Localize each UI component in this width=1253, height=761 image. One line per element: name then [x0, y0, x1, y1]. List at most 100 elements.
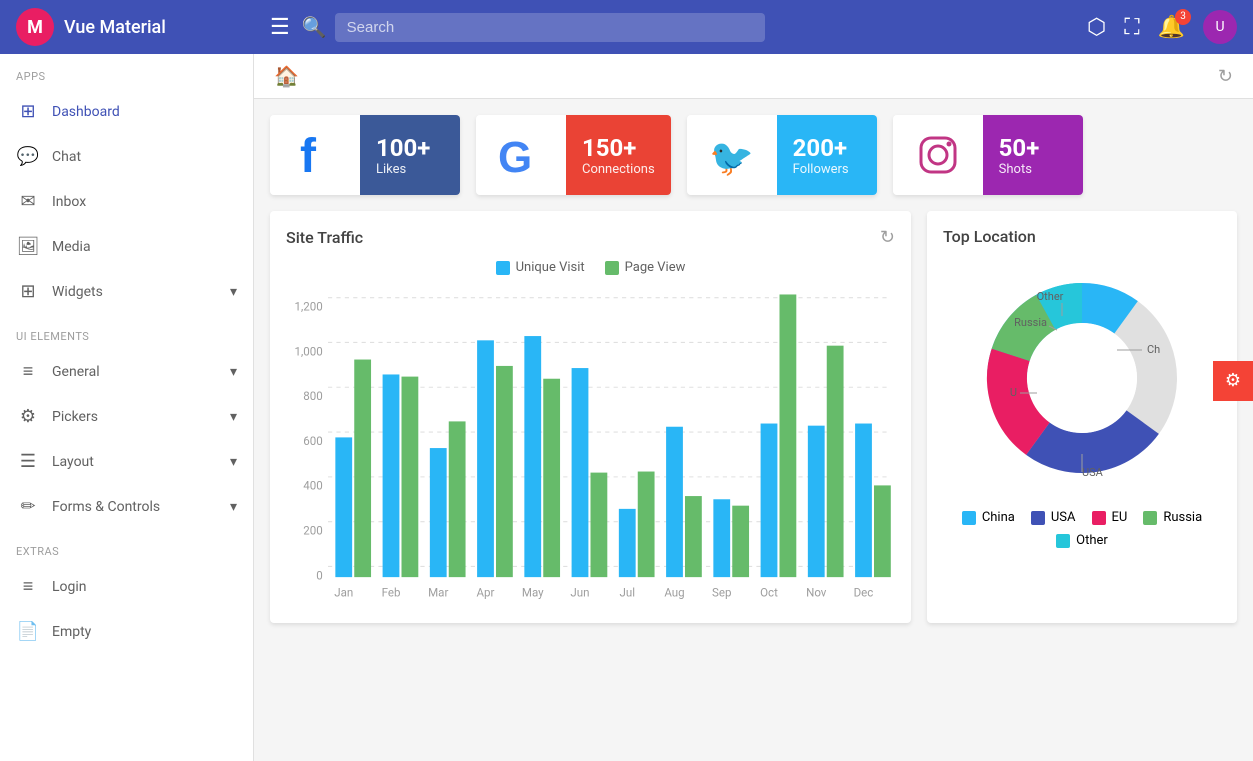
site-traffic-header: Site Traffic ↻: [286, 227, 895, 248]
sidebar-item-label: Inbox: [52, 194, 237, 210]
extras-section-label: Extras: [0, 529, 253, 564]
top-location-card: Top Location: [927, 211, 1237, 623]
stat-card-instagram: 50+ Shots: [893, 115, 1083, 195]
sidebar-item-label: Widgets: [52, 284, 218, 300]
unique-visit-dot: [496, 261, 510, 275]
fullscreen-icon[interactable]: ⛶: [1124, 15, 1139, 40]
svg-text:Russia: Russia: [1014, 316, 1047, 329]
svg-text:🐦: 🐦: [709, 137, 754, 178]
sidebar-item-label: Dashboard: [52, 104, 237, 120]
sidebar-item-empty[interactable]: 📄 Empty: [0, 609, 253, 654]
svg-text:1,200: 1,200: [295, 299, 323, 313]
svg-text:Apr: Apr: [477, 585, 495, 599]
twitter-stat-info: 200+ Followers: [777, 115, 877, 195]
page-view-label: Page View: [625, 260, 686, 275]
media-icon: 🖼: [16, 236, 40, 257]
settings-fab-button[interactable]: ⚙: [1213, 361, 1253, 401]
sidebar-item-layout[interactable]: ☰ Layout ▾: [0, 439, 253, 484]
legend-eu: EU: [1092, 510, 1128, 525]
legend-other: Other: [1056, 533, 1108, 548]
donut-chart-svg: Ch U Other Russia USA: [962, 258, 1202, 498]
refresh-icon[interactable]: ↻: [1218, 66, 1233, 87]
instagram-icon-area: [893, 115, 983, 195]
charts-row: Site Traffic ↻ Unique Visit Page View: [254, 195, 1253, 639]
avatar[interactable]: U: [1203, 10, 1237, 44]
svg-text:Feb: Feb: [382, 585, 401, 599]
donut-legend: China USA EU Russia: [943, 510, 1221, 548]
eu-label: EU: [1112, 510, 1128, 525]
chevron-down-icon: ▾: [230, 454, 237, 470]
svg-text:Mar: Mar: [428, 585, 448, 599]
svg-text:May: May: [522, 585, 544, 599]
search-input[interactable]: [335, 13, 765, 42]
login-icon: ≡: [16, 576, 40, 597]
instagram-icon: [913, 130, 963, 180]
menu-icon[interactable]: ☰: [270, 15, 290, 40]
site-traffic-card: Site Traffic ↻ Unique Visit Page View: [270, 211, 911, 623]
stat-card-twitter: 🐦 200+ Followers: [687, 115, 877, 195]
svg-text:1,000: 1,000: [295, 344, 323, 358]
facebook-number: 100+: [376, 134, 444, 162]
sidebar-item-label: General: [52, 364, 218, 380]
site-traffic-refresh-icon[interactable]: ↻: [880, 227, 895, 248]
svg-text:200: 200: [303, 523, 322, 537]
widgets-icon: ⊞: [16, 281, 40, 302]
page-view-dot: [605, 261, 619, 275]
sidebar-item-chat[interactable]: 💬 Chat: [0, 134, 253, 179]
top-location-title: Top Location: [943, 227, 1036, 246]
sidebar-item-widgets[interactable]: ⊞ Widgets ▾: [0, 269, 253, 314]
china-dot: [962, 511, 976, 525]
usa-label: USA: [1051, 510, 1076, 525]
chevron-down-icon: ▾: [230, 409, 237, 425]
svg-text:800: 800: [303, 389, 322, 403]
stat-card-facebook: f 100+ Likes: [270, 115, 460, 195]
russia-label: Russia: [1163, 510, 1202, 525]
sidebar-item-pickers[interactable]: ⚙ Pickers ▾: [0, 394, 253, 439]
sidebar-item-login[interactable]: ≡ Login: [0, 564, 253, 609]
svg-text:Oct: Oct: [760, 585, 778, 599]
svg-text:600: 600: [303, 434, 322, 448]
sidebar-item-general[interactable]: ≡ General ▾: [0, 349, 253, 394]
russia-dot: [1143, 511, 1157, 525]
dashboard-icon: ⊞: [16, 101, 40, 122]
sidebar-item-media[interactable]: 🖼 Media: [0, 224, 253, 269]
svg-text:Aug: Aug: [664, 585, 684, 599]
sidebar-item-dashboard[interactable]: ⊞ Dashboard: [0, 89, 253, 134]
facebook-icon: f: [290, 130, 340, 180]
legend-page-view: Page View: [605, 260, 686, 275]
svg-text:400: 400: [303, 479, 322, 493]
chevron-down-icon: ▾: [230, 284, 237, 300]
instagram-number: 50+: [999, 134, 1067, 162]
china-label: China: [982, 510, 1015, 525]
google-number: 150+: [582, 134, 655, 162]
other-dot: [1056, 534, 1070, 548]
sidebar-item-label: Layout: [52, 454, 218, 470]
facebook-stat-info: 100+ Likes: [360, 115, 460, 195]
header: M Vue Material ☰ 🔍 ⬡ ⛶ 🔔 3 U: [0, 0, 1253, 54]
layout-icon: ☰: [16, 451, 40, 472]
google-label: Connections: [582, 162, 655, 177]
general-icon: ≡: [16, 361, 40, 382]
facebook-icon-area: f: [270, 115, 360, 195]
sidebar-item-forms-controls[interactable]: ✏ Forms & Controls ▾: [0, 484, 253, 529]
sidebar-item-label: Chat: [52, 149, 237, 165]
eu-dot: [1092, 511, 1106, 525]
home-icon[interactable]: 🏠: [274, 64, 299, 88]
google-icon-area: G G: [476, 115, 566, 195]
chevron-down-icon: ▾: [230, 364, 237, 380]
header-right: ⬡ ⛶ 🔔 3 U: [1087, 10, 1237, 44]
legend-unique-visit: Unique Visit: [496, 260, 585, 275]
svg-text:Jul: Jul: [619, 585, 635, 599]
twitter-icon-area: 🐦: [687, 115, 777, 195]
svg-text:Jun: Jun: [570, 585, 589, 599]
site-traffic-title: Site Traffic: [286, 228, 363, 247]
other-label: Other: [1076, 533, 1108, 548]
logo-text: Vue Material: [64, 17, 166, 38]
sidebar-item-inbox[interactable]: ✉ Inbox: [0, 179, 253, 224]
sidebar-item-label: Media: [52, 239, 237, 255]
github-icon[interactable]: ⬡: [1087, 15, 1106, 40]
svg-text:f: f: [300, 130, 317, 180]
main-content: 🏠 ↻ f 100+ Likes G: [254, 54, 1253, 761]
notification-button[interactable]: 🔔 3: [1158, 15, 1185, 40]
settings-fab-icon: ⚙: [1225, 370, 1241, 391]
